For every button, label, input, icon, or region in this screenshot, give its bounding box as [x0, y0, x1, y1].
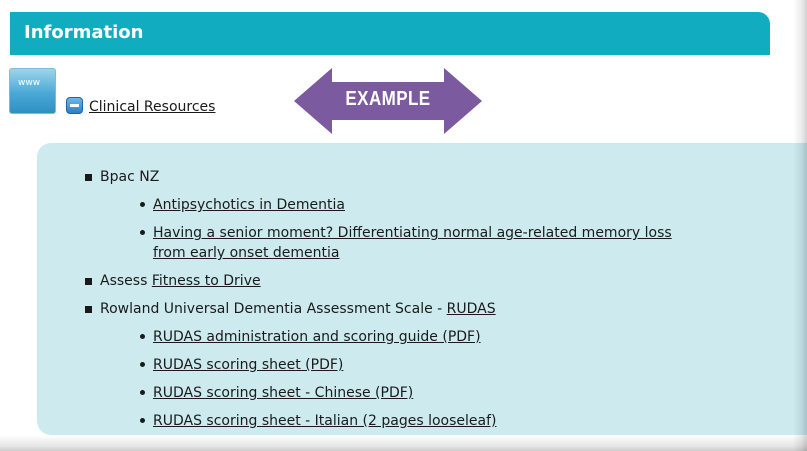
list-item-assess: Assess Fitness to Drive — [100, 271, 261, 291]
link-rudas[interactable]: RUDAS — [447, 301, 496, 317]
link-senior-moment[interactable]: Having a senior moment? Differentiating … — [153, 223, 672, 243]
section-header: Information — [10, 12, 770, 55]
link-rudas-chinese[interactable]: RUDAS scoring sheet - Chinese (PDF) — [153, 383, 413, 403]
assess-label: Assess — [100, 273, 148, 289]
bullet-square — [85, 306, 92, 313]
link-rudas-sheet[interactable]: RUDAS scoring sheet (PDF) — [153, 355, 343, 375]
bullet-dot — [140, 362, 145, 367]
bullet-dot — [140, 230, 145, 235]
section-title: Information — [24, 22, 144, 43]
bullet-square — [85, 278, 92, 285]
example-label: EXAMPLE — [345, 88, 431, 110]
bullet-dot — [140, 418, 145, 423]
www-icon: www — [9, 68, 56, 114]
torn-edge-shadow-bottom — [0, 435, 807, 451]
link-rudas-guide[interactable]: RUDAS administration and scoring guide (… — [153, 327, 481, 347]
list-item-bpac: Bpac NZ — [100, 169, 160, 185]
torn-edge-shadow-right — [793, 0, 807, 451]
bullet-dot — [140, 202, 145, 207]
collapse-minus-icon[interactable] — [66, 97, 83, 114]
rowland-label: Rowland Universal Dementia Assessment Sc… — [100, 301, 443, 317]
www-icon-label: www — [18, 78, 41, 88]
link-senior-moment-cont[interactable]: from early onset dementia — [153, 243, 339, 263]
bullet-dot — [140, 334, 145, 339]
clinical-resources-link[interactable]: Clinical Resources — [89, 99, 215, 115]
link-rudas-italian[interactable]: RUDAS scoring sheet - Italian (2 pages l… — [153, 411, 496, 431]
bullet-square — [85, 174, 92, 181]
bullet-dot — [140, 390, 145, 395]
link-antipsychotics[interactable]: Antipsychotics in Dementia — [153, 195, 345, 215]
link-fitness-to-drive[interactable]: Fitness to Drive — [152, 273, 261, 289]
list-item-rowland: Rowland Universal Dementia Assessment Sc… — [100, 299, 496, 319]
